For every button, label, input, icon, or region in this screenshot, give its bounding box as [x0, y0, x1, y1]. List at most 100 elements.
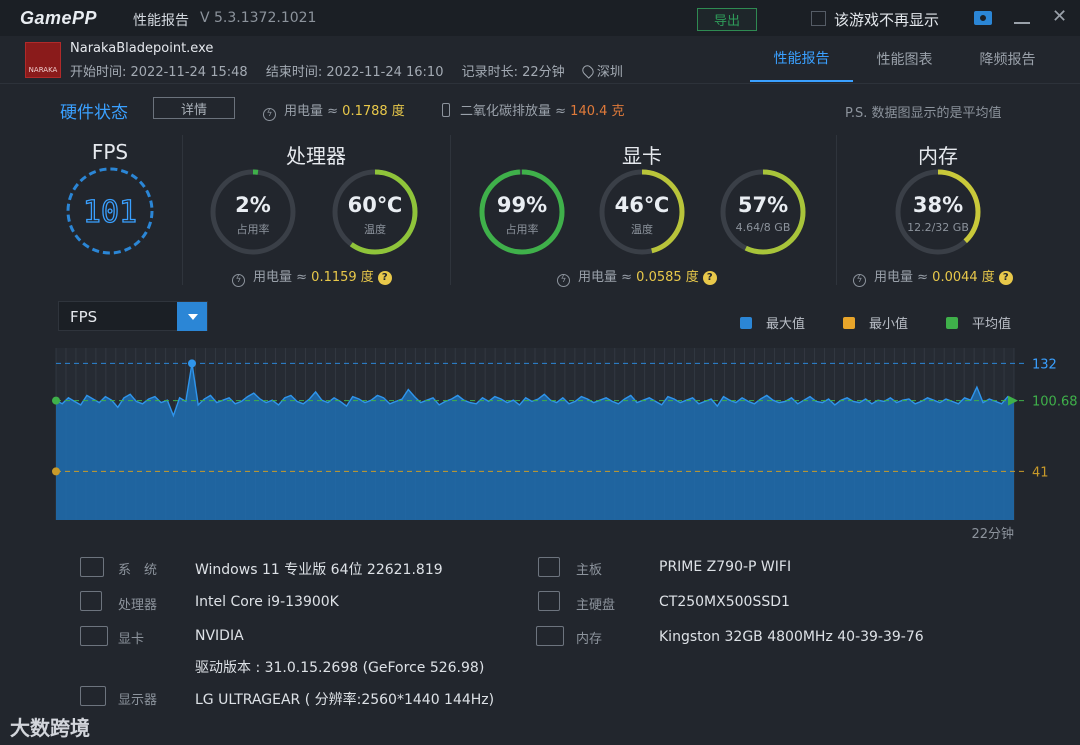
cpu-power-label: 用电量 ≈: [253, 270, 312, 285]
fps-value: 101: [83, 195, 137, 230]
dont-show-label[interactable]: 该游戏不再显示: [834, 9, 939, 30]
memory-icon: [536, 626, 564, 646]
gpu-power-label: 用电量 ≈: [578, 270, 637, 285]
fps-gauge: 101: [66, 167, 154, 255]
help-icon[interactable]: ?: [702, 271, 717, 285]
location-pin-icon: [580, 63, 596, 79]
location: 深圳: [596, 65, 623, 80]
cpu-power-value: 0.1159 度: [311, 270, 374, 285]
hardware-status-title: 硬件状态: [60, 103, 128, 123]
cpu-value: Intel Core i9-13900K: [195, 594, 339, 610]
motherboard-icon: [538, 557, 560, 577]
dont-show-checkbox[interactable]: [811, 11, 826, 26]
close-button[interactable]: ✕: [1052, 8, 1067, 26]
min-label: 41: [1032, 465, 1049, 480]
average-note: P.S. 数据图显示的是平均值: [845, 106, 1002, 121]
chevron-down-icon[interactable]: [177, 302, 207, 331]
gpu-temp-label: 温度: [631, 223, 653, 236]
end-time: 结束时间: 2022-11-24 16:10: [265, 65, 444, 80]
max-label: 132: [1032, 357, 1057, 372]
memory-usage-gauge: 38% 12.2/32 GB: [893, 167, 983, 257]
min-marker: [52, 467, 60, 476]
monitor-key: 显示器: [118, 693, 158, 708]
memory-key: 内存: [576, 632, 603, 647]
divider: [182, 135, 183, 285]
watermark: 大数跨境: [10, 716, 90, 740]
app-meta: 开始时间: 2022-11-24 15:48 结束时间: 2022-11-24 …: [70, 61, 637, 80]
memory-usage-value: 38%: [912, 193, 964, 217]
help-icon[interactable]: ?: [377, 271, 392, 285]
gpu-power-value: 0.0585 度: [636, 270, 699, 285]
motherboard-value: PRIME Z790-P WIFI: [659, 559, 792, 575]
gpu-power: ϟ 用电量 ≈ 0.0585 度?: [557, 266, 717, 287]
gpu-usage-label: 占用率: [505, 223, 539, 236]
tab-performance-report[interactable]: 性能报告: [750, 36, 853, 82]
start-time: 开始时间: 2022-11-24 15:48: [70, 65, 248, 80]
memory-title: 内存: [918, 144, 958, 168]
power-label: 用电量 ≈: [284, 104, 343, 119]
cpu-key: 处理器: [118, 598, 158, 613]
power-value: 0.1788 度: [342, 104, 405, 119]
metric-select-value: FPS: [70, 308, 98, 326]
motherboard-key: 主板: [576, 563, 603, 578]
tab-throttle-report[interactable]: 降频报告: [956, 36, 1059, 82]
fps-title: FPS: [91, 140, 129, 164]
legend-label-avg: 平均值: [972, 317, 1012, 332]
power-icon: ϟ: [232, 274, 245, 287]
gpu-temp-value: 46℃: [614, 193, 670, 217]
avg-marker: [52, 396, 60, 405]
gamepp-logo: GamePP: [20, 8, 98, 28]
gpu-vram-label: 4.64/8 GB: [735, 221, 791, 234]
total-power: ϟ 用电量 ≈ 0.1788 度: [263, 100, 405, 121]
cpu-usage-value: 2%: [235, 193, 271, 217]
legend-label-min: 最小值: [869, 317, 909, 332]
version-label: V 5.3.1372.1021: [200, 10, 317, 26]
minimize-button[interactable]: [1014, 22, 1030, 24]
gpu-vram-value: 57%: [737, 193, 789, 217]
legend-swatch-max: [740, 316, 752, 329]
co2-label: 二氧化碳排放量 ≈: [460, 104, 571, 119]
memory-power: ϟ 用电量 ≈ 0.0044 度?: [853, 266, 1013, 287]
tab-performance-chart[interactable]: 性能图表: [853, 36, 956, 82]
gpu-usage-value: 99%: [496, 193, 548, 217]
gpu-driver: 驱动版本 : 31.0.15.2698 (GeForce 526.98): [195, 660, 485, 676]
cpu-usage-label: 占用率: [236, 223, 270, 236]
memory-power-value: 0.0044 度: [932, 270, 995, 285]
power-icon: ϟ: [557, 274, 570, 287]
cpu-title: 处理器: [286, 144, 346, 168]
report-tabs: 性能报告 性能图表 降频报告: [750, 36, 1059, 82]
disk-key: 主硬盘: [576, 598, 616, 613]
app-icon: NARAKA: [25, 42, 61, 78]
avg-label: 100.68: [1032, 395, 1078, 410]
legend-min: 最小值: [843, 313, 908, 332]
divider: [450, 135, 451, 285]
legend-swatch-min: [843, 316, 855, 329]
details-button[interactable]: 详情: [153, 97, 235, 119]
power-icon: ϟ: [263, 108, 276, 121]
gpu-temp-gauge: 46℃ 温度: [597, 167, 687, 257]
system-value: Windows 11 专业版 64位 22621.819: [195, 562, 443, 578]
memory-value: Kingston 32GB 4800MHz 40-39-39-76: [659, 629, 924, 645]
help-icon[interactable]: ?: [998, 271, 1013, 285]
gpu-usage-gauge: 99% 占用率: [477, 167, 567, 257]
cpu-temp-value: 60℃: [347, 193, 403, 217]
camera-icon[interactable]: [974, 11, 992, 25]
co2-emission: 二氧化碳排放量 ≈ 140.4 克: [442, 100, 625, 119]
divider: [836, 135, 837, 285]
cpu-temp-label: 温度: [364, 223, 386, 236]
power-icon: ϟ: [853, 274, 866, 287]
co2-value: 140.4 克: [570, 104, 625, 119]
memory-power-label: 用电量 ≈: [874, 270, 933, 285]
x-end-label: 22分钟: [971, 526, 1014, 542]
gpu-title: 显卡: [622, 144, 662, 168]
system-key: 系 统: [118, 563, 158, 578]
app-name: NarakaBladepoint.exe: [70, 41, 214, 56]
co2-bottle-icon: [442, 103, 450, 117]
gpu-icon: [80, 626, 108, 646]
cpu-temp-gauge: 60℃ 温度: [330, 167, 420, 257]
export-button[interactable]: 导出: [697, 8, 757, 31]
gpu-value: NVIDIA: [195, 628, 244, 644]
gamepp-window: GamePP 性能报告 V 5.3.1372.1021 导出 该游戏不再显示 ✕…: [0, 0, 1080, 745]
gpu-key: 显卡: [118, 632, 145, 647]
metric-select[interactable]: FPS: [58, 301, 208, 331]
